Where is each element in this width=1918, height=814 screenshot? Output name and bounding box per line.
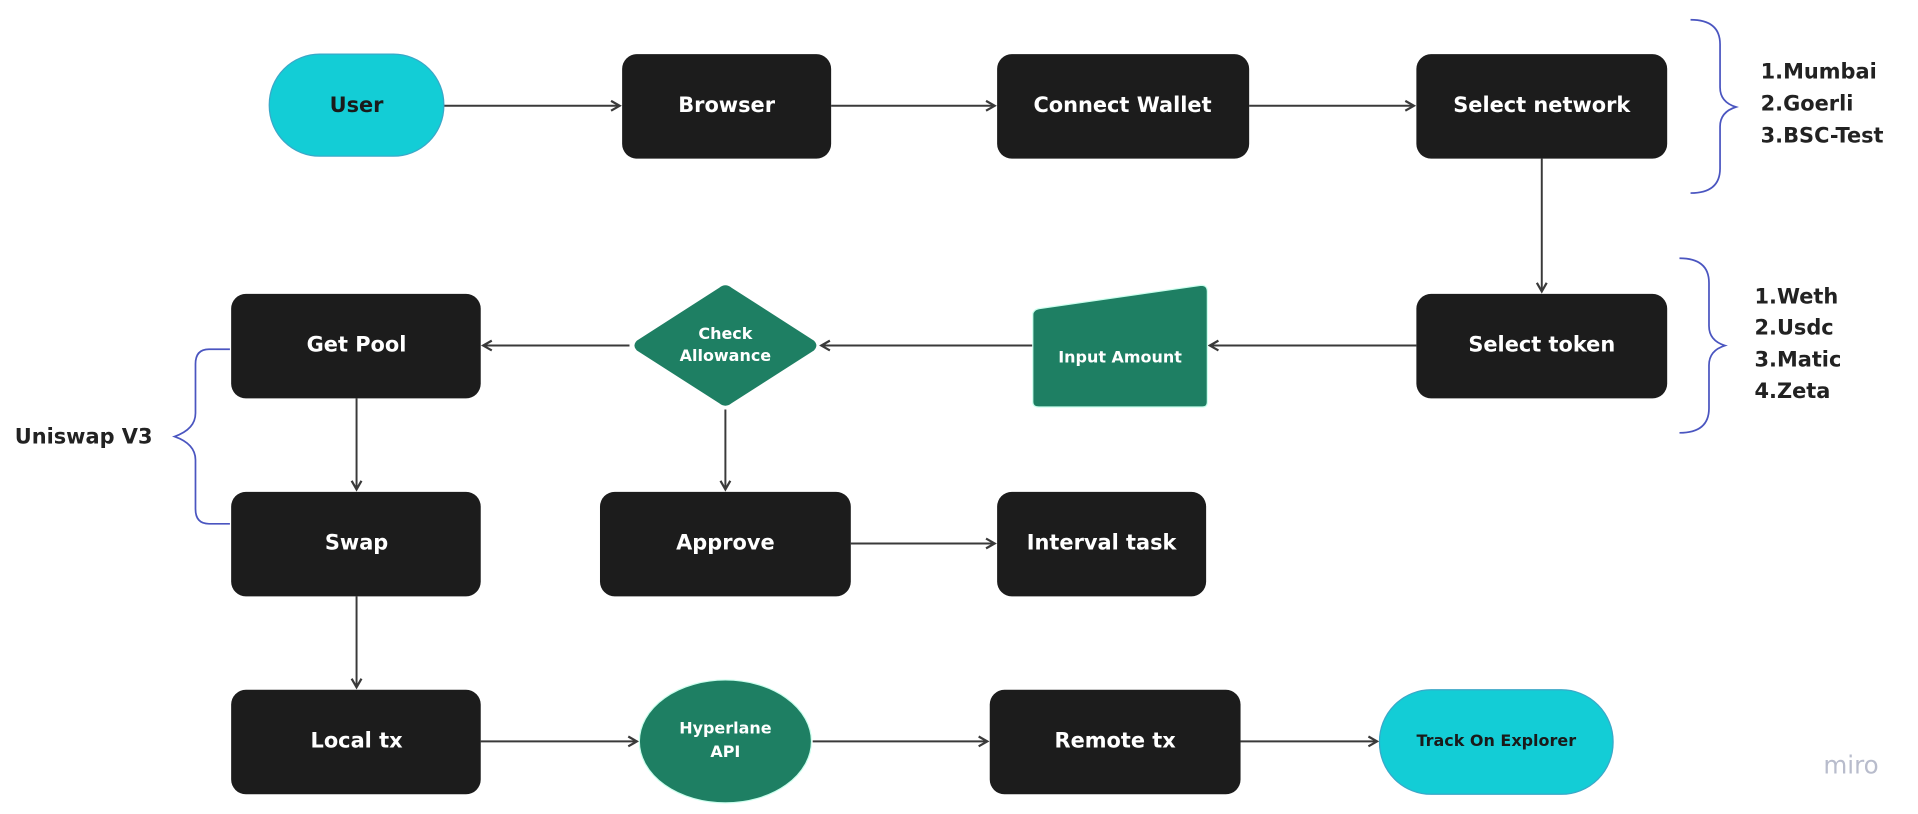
node-local-tx[interactable]: Local tx (231, 689, 481, 795)
node-browser[interactable]: Browser (622, 54, 832, 159)
network-item: 1.Mumbai (1761, 60, 1877, 84)
network-item: 2.Goerli (1761, 92, 1854, 116)
token-item: 1.Weth (1754, 285, 1838, 309)
uniswap-label: Uniswap V3 (15, 425, 153, 449)
node-user[interactable]: User (268, 53, 445, 157)
node-connect-wallet[interactable]: Connect Wallet (997, 54, 1250, 159)
token-item: 2.Usdc (1754, 315, 1833, 339)
node-label: Track On Explorer (1416, 731, 1576, 750)
node-select-network[interactable]: Select network (1416, 54, 1668, 159)
node-swap[interactable]: Swap (231, 491, 481, 597)
miro-watermark: miro (1823, 750, 1878, 779)
edges (350, 99, 1548, 748)
token-item: 3.Matic (1754, 347, 1841, 371)
node-get-pool[interactable]: Get Pool (231, 293, 481, 399)
node-hyperlane-api[interactable]: Hyperlane API (638, 679, 813, 804)
node-label: Check (698, 324, 752, 343)
node-approve[interactable]: Approve (599, 491, 851, 597)
node-label: Interval task (1027, 530, 1178, 554)
token-item: 4.Zeta (1754, 379, 1830, 403)
networks-list: 1.Mumbai 2.Goerli 3.BSC-Test (1761, 60, 1884, 148)
diagram-canvas: User Browser Connect Wallet Select netwo… (0, 0, 1918, 814)
node-track-on-explorer[interactable]: Track On Explorer (1378, 689, 1614, 795)
node-label: Swap (325, 530, 388, 554)
tokens-brace (1679, 257, 1728, 434)
node-label: Remote tx (1055, 728, 1177, 752)
node-label: User (330, 93, 385, 117)
node-label: Allowance (680, 346, 772, 365)
tokens-list: 1.Weth 2.Usdc 3.Matic 4.Zeta (1754, 285, 1841, 404)
node-label: Get Pool (307, 333, 407, 357)
node-label: Browser (678, 93, 775, 117)
networks-brace (1690, 18, 1739, 194)
node-check-allowance[interactable]: Check Allowance (634, 285, 817, 406)
flowchart: User Browser Connect Wallet Select netwo… (15, 18, 1884, 804)
node-label: Approve (676, 530, 775, 554)
node-label: Connect Wallet (1033, 93, 1211, 117)
node-label: Hyperlane (679, 719, 772, 738)
node-label: Input Amount (1058, 347, 1182, 366)
node-select-token[interactable]: Select token (1416, 293, 1668, 399)
node-remote-tx[interactable]: Remote tx (989, 689, 1241, 795)
node-input-amount[interactable]: Input Amount (1032, 284, 1208, 408)
node-label: Select network (1453, 93, 1631, 117)
uniswap-brace (172, 348, 230, 525)
node-label: Select token (1468, 333, 1615, 357)
node-interval-task[interactable]: Interval task (997, 491, 1207, 597)
node-label: API (710, 742, 740, 761)
node-label: Local tx (311, 728, 404, 752)
network-item: 3.BSC-Test (1761, 124, 1884, 148)
